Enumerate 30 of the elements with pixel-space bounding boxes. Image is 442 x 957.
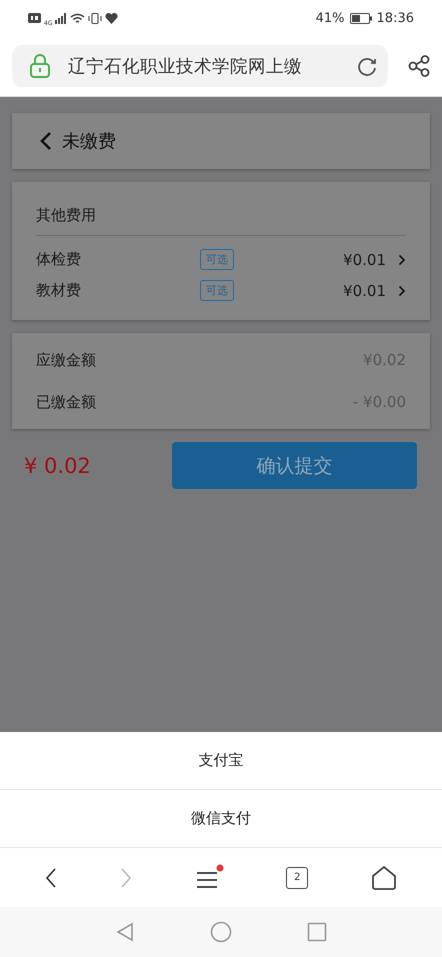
back-icon[interactable] xyxy=(40,131,52,151)
share-icon[interactable] xyxy=(408,55,430,77)
optional-tag: 可选 xyxy=(200,280,234,301)
payment-option[interactable]: 支付宝 xyxy=(0,732,442,790)
fee-item[interactable]: 体检费 可选 ¥0.01 xyxy=(36,244,406,275)
signal-icon xyxy=(55,12,68,24)
chevron-icon xyxy=(398,284,406,296)
page-title: 未缴费 xyxy=(62,130,116,153)
fee-item[interactable]: 教材费 可选 ¥0.01 xyxy=(36,275,406,306)
reload-icon[interactable] xyxy=(356,55,378,77)
vibrate-icon xyxy=(88,12,102,24)
optional-tag: 可选 xyxy=(200,249,234,270)
heart-icon xyxy=(105,12,118,24)
total-amount: ¥ 0.02 xyxy=(24,454,91,478)
battery-percent: 41% xyxy=(316,10,345,26)
payment-option[interactable]: 微信支付 xyxy=(0,790,442,848)
summary-label: 已缴金额 xyxy=(36,392,96,412)
hd-icon xyxy=(28,13,41,23)
tabs-button[interactable]: 2 xyxy=(286,866,308,888)
section-title: 其他费用 xyxy=(36,192,406,236)
wifi-icon xyxy=(70,12,86,24)
battery-icon xyxy=(350,12,372,24)
back-icon[interactable] xyxy=(45,866,58,888)
home-icon[interactable] xyxy=(370,864,397,890)
chevron-icon xyxy=(398,254,406,266)
address-bar[interactable]: 辽宁石化职业技术学院网上缴 xyxy=(12,45,388,87)
summary-label: 应缴金额 xyxy=(36,350,96,370)
recents-icon[interactable] xyxy=(307,922,327,942)
lock-icon xyxy=(30,54,50,78)
clock: 18:36 xyxy=(376,10,414,26)
